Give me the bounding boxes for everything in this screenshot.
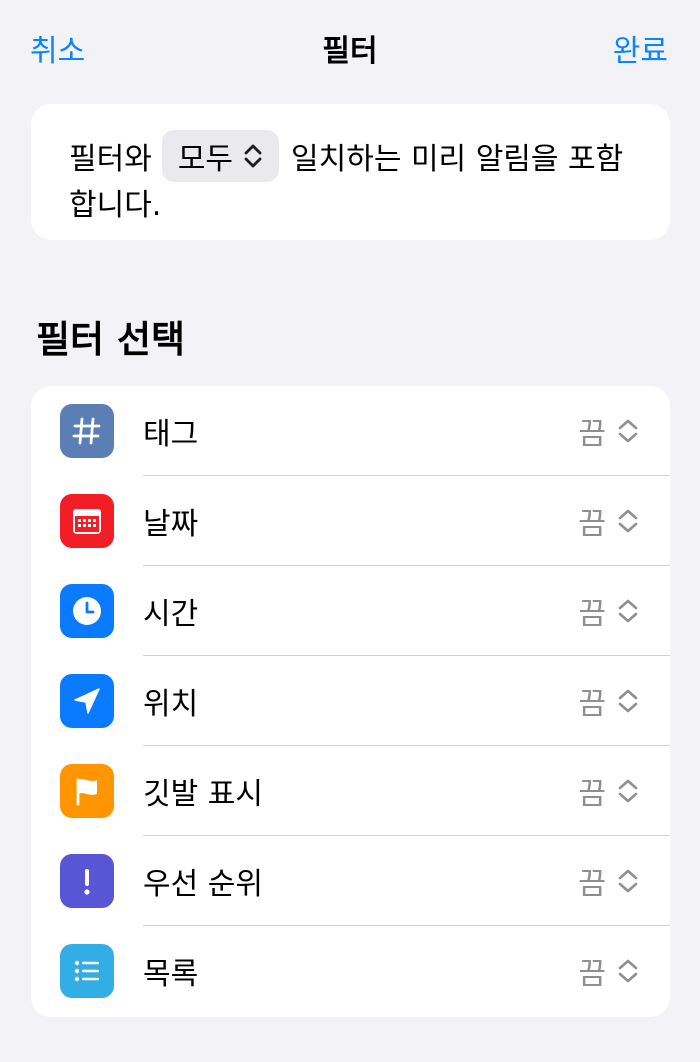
match-sentence: 필터와 모두 일치하는 미리 알림을 포함: [69, 130, 623, 182]
calendar-icon: [60, 494, 114, 548]
up-down-chevron-icon: [618, 959, 638, 983]
up-down-chevron-icon: [618, 599, 638, 623]
filter-label: 목록: [143, 957, 199, 992]
up-down-chevron-icon: [618, 509, 638, 533]
filter-label: 날짜: [143, 507, 199, 542]
page-title: 필터: [322, 34, 378, 69]
filter-value: 끔: [578, 597, 606, 632]
filter-row-time[interactable]: 시간 끔: [31, 566, 670, 656]
location-arrow-icon: [60, 674, 114, 728]
filter-value: 끔: [578, 867, 606, 902]
filter-label: 태그: [143, 417, 199, 452]
up-down-chevron-icon: [618, 869, 638, 893]
match-sentence-end: 합니다.: [69, 188, 162, 223]
up-down-chevron-icon: [244, 144, 262, 168]
filter-value: 끔: [578, 507, 606, 542]
section-title: 필터 선택: [36, 318, 186, 361]
filter-list: 태그 끔 날짜 끔 시간 끔 위치 끔 깃발 표시 끔 우선 순위 끔 목록 끔: [31, 386, 670, 1017]
match-mode-value: 모두: [177, 142, 234, 177]
match-mode-card: 필터와 모두 일치하는 미리 알림을 포함 합니다.: [31, 104, 670, 240]
filter-row-date[interactable]: 날짜 끔: [31, 476, 670, 566]
match-prefix-text: 필터와: [69, 142, 152, 177]
flag-icon: [60, 764, 114, 818]
filter-row-list[interactable]: 목록 끔: [31, 926, 670, 1016]
clock-icon: [60, 584, 114, 638]
exclamation-icon: [60, 854, 114, 908]
filter-value: 끔: [578, 687, 606, 722]
filter-row-flag[interactable]: 깃발 표시 끔: [31, 746, 670, 836]
filter-label: 깃발 표시: [143, 777, 263, 812]
filter-label: 우선 순위: [143, 867, 263, 902]
filter-value: 끔: [578, 957, 606, 992]
up-down-chevron-icon: [618, 689, 638, 713]
match-suffix-text: 일치하는 미리 알림을 포함: [291, 142, 624, 177]
filter-value: 끔: [578, 777, 606, 812]
navigation-bar: 취소 필터 완료: [0, 0, 700, 104]
filter-value: 끔: [578, 417, 606, 452]
filter-label: 시간: [143, 597, 199, 632]
hashtag-icon: [60, 404, 114, 458]
list-icon: [60, 944, 114, 998]
done-button[interactable]: 완료: [613, 34, 668, 70]
up-down-chevron-icon: [618, 779, 638, 803]
filter-row-tag[interactable]: 태그 끔: [31, 386, 670, 476]
filter-label: 위치: [143, 687, 199, 722]
up-down-chevron-icon: [618, 419, 638, 443]
filter-row-priority[interactable]: 우선 순위 끔: [31, 836, 670, 926]
match-mode-selector[interactable]: 모두: [161, 130, 280, 182]
filter-row-location[interactable]: 위치 끔: [31, 656, 670, 746]
